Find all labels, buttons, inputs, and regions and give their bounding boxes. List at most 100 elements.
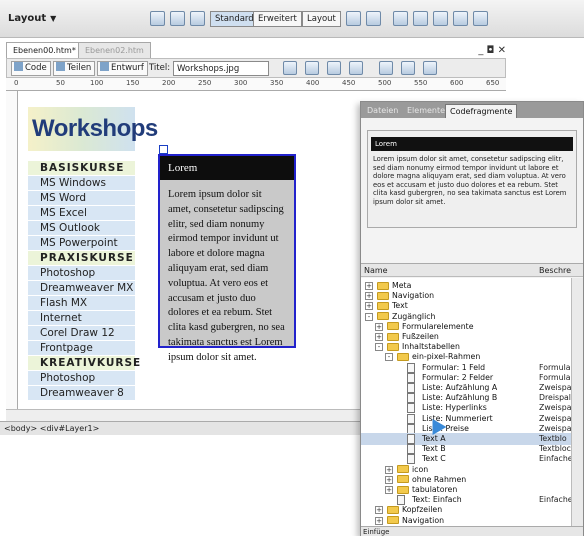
folder-icon — [387, 332, 399, 341]
folder-icon — [377, 281, 389, 290]
tree-horizontal-scrollbar[interactable] — [361, 526, 583, 536]
insert-column-icon[interactable] — [453, 11, 468, 26]
chevron-down-icon: ▼ — [50, 14, 57, 23]
view-expanded-button[interactable]: Erweitert — [253, 11, 302, 27]
expand-icon[interactable]: + — [375, 333, 383, 341]
files-panel: Dateien Elemente Codefragmente Lorem Lor… — [360, 101, 584, 536]
table-icon[interactable] — [150, 11, 165, 26]
folder-icon — [397, 465, 409, 474]
workshops-logo: Workshops — [28, 107, 158, 151]
expand-icon[interactable]: + — [385, 486, 393, 494]
view-standard-button[interactable]: Standard — [210, 11, 259, 27]
folder-icon — [387, 342, 399, 351]
expand-icon[interactable]: + — [385, 475, 393, 484]
design-view-button[interactable]: Entwurf — [97, 61, 148, 76]
ruler-tick: 200 — [162, 79, 176, 87]
nav-link[interactable]: MS Excel — [28, 206, 135, 221]
ruler-tick: 600 — [450, 79, 464, 87]
nav-link[interactable]: Internet — [28, 311, 135, 326]
view-options-icon[interactable] — [401, 61, 415, 75]
nav-link[interactable]: Flash MX — [28, 296, 135, 311]
nav-link[interactable]: Photoshop — [28, 266, 135, 281]
draw-table-icon[interactable] — [170, 11, 185, 26]
folder-icon — [377, 291, 389, 300]
merge-cells-icon[interactable] — [393, 11, 408, 26]
column-description-header[interactable]: Beschre — [539, 264, 571, 277]
nav-link[interactable]: MS Word — [28, 191, 135, 206]
main-toolbar: Layout ▼ Standard Erweitert Layout — [0, 0, 584, 38]
nav-link[interactable]: Frontpage — [28, 341, 135, 356]
title-input[interactable] — [173, 61, 269, 76]
collapse-icon[interactable]: - — [375, 343, 383, 352]
nav-section-header: KREATIVKURSE — [28, 356, 140, 371]
visual-aids-icon[interactable] — [423, 61, 437, 75]
split-view-button[interactable]: Teilen — [53, 61, 96, 76]
insert-button[interactable]: Einfüge — [363, 528, 389, 536]
folder-icon — [387, 516, 399, 525]
check-page-icon[interactable] — [327, 61, 341, 75]
layer1[interactable]: Lorem Lorem ipsum dolor sit amet, conset… — [158, 154, 296, 363]
nav-link[interactable]: MS Windows — [28, 176, 135, 191]
file-management-icon[interactable] — [283, 61, 297, 75]
expand-icon[interactable]: + — [365, 282, 373, 290]
refresh-icon[interactable] — [379, 61, 393, 75]
nav-section-header: PRAXISKURSE — [28, 251, 135, 266]
tree-item-label: Navigation — [402, 515, 445, 525]
tree-folder[interactable]: + Navigation — [361, 515, 583, 526]
column-name-header[interactable]: Name — [364, 264, 388, 277]
tab-ebenen02[interactable]: Ebenen02.htm — [78, 42, 151, 58]
layout-menu-label: Layout — [8, 13, 47, 24]
globe-icon[interactable] — [349, 61, 363, 75]
folder-icon — [387, 505, 399, 514]
ruler-tick: 300 — [234, 79, 248, 87]
collapse-icon[interactable]: - — [385, 353, 393, 362]
tree-vertical-scrollbar[interactable] — [571, 278, 583, 526]
expand-icon[interactable]: + — [375, 506, 383, 515]
collapse-icon[interactable]: - — [365, 312, 373, 321]
folder-icon — [387, 322, 399, 331]
split-cells-icon[interactable] — [413, 11, 428, 26]
document-toolbar: Code Teilen Entwurf Titel: — [6, 58, 506, 78]
nav-link[interactable]: Dreamweaver MX — [28, 281, 135, 296]
frames-icon[interactable] — [473, 11, 488, 26]
snippets-tree: + Meta + Navigation + Text - Zugänglich + Formula… — [361, 278, 583, 526]
document-tabbar: Ebenen00.htm* Ebenen02.htm _ ◘ ✕ — [6, 42, 506, 58]
layer-handle[interactable] — [159, 145, 168, 154]
preview-text: Lorem ipsum dolor sit amet, consetetur s… — [373, 155, 567, 206]
window-controls[interactable]: _ ◘ ✕ — [478, 45, 506, 56]
nav-link[interactable]: MS Outlook — [28, 221, 135, 236]
insert-row-icon[interactable] — [433, 11, 448, 26]
folder-icon — [397, 485, 409, 494]
tab-ebenen00[interactable]: Ebenen00.htm* — [6, 42, 83, 58]
tab-files[interactable]: Dateien — [363, 104, 402, 118]
expand-icon[interactable]: + — [365, 292, 373, 301]
tab-assets[interactable]: Elemente — [403, 104, 449, 118]
preview-browser-icon[interactable] — [305, 61, 319, 75]
design-icon — [100, 62, 109, 71]
expand-icon[interactable]: + — [375, 322, 383, 331]
ruler-tick: 550 — [414, 79, 428, 87]
ruler-tick: 650 — [486, 79, 500, 87]
view-layout-button[interactable]: Layout — [302, 11, 341, 27]
code-view-label: Code — [25, 63, 47, 73]
code-view-button[interactable]: Code — [11, 61, 51, 76]
draw-layer-icon[interactable] — [366, 11, 381, 26]
nav-link[interactable]: Corel Draw 12 — [28, 326, 135, 341]
folder-icon — [377, 301, 389, 310]
nav-link[interactable]: Photoshop — [28, 371, 135, 386]
folder-icon — [397, 475, 409, 484]
expand-icon[interactable]: + — [375, 516, 383, 525]
design-view-label: Entwurf — [111, 63, 144, 73]
nav-link[interactable]: Dreamweaver 8 — [28, 386, 135, 401]
layout-menu-button[interactable]: Layout ▼ — [8, 13, 56, 24]
nav-section-header: BASISKURSE — [28, 161, 135, 176]
tab-snippets[interactable]: Codefragmente — [445, 104, 518, 118]
draw-cell-icon[interactable] — [346, 11, 361, 26]
expand-icon[interactable]: + — [365, 302, 373, 311]
expand-icon[interactable]: + — [385, 465, 393, 474]
layout-table-icon[interactable] — [190, 11, 205, 26]
layer-heading: Lorem — [160, 156, 294, 180]
nav-link[interactable]: MS Powerpoint — [28, 236, 135, 251]
split-icon — [56, 62, 65, 71]
snippet-preview: Lorem Lorem ipsum dolor sit amet, conset… — [367, 130, 577, 228]
